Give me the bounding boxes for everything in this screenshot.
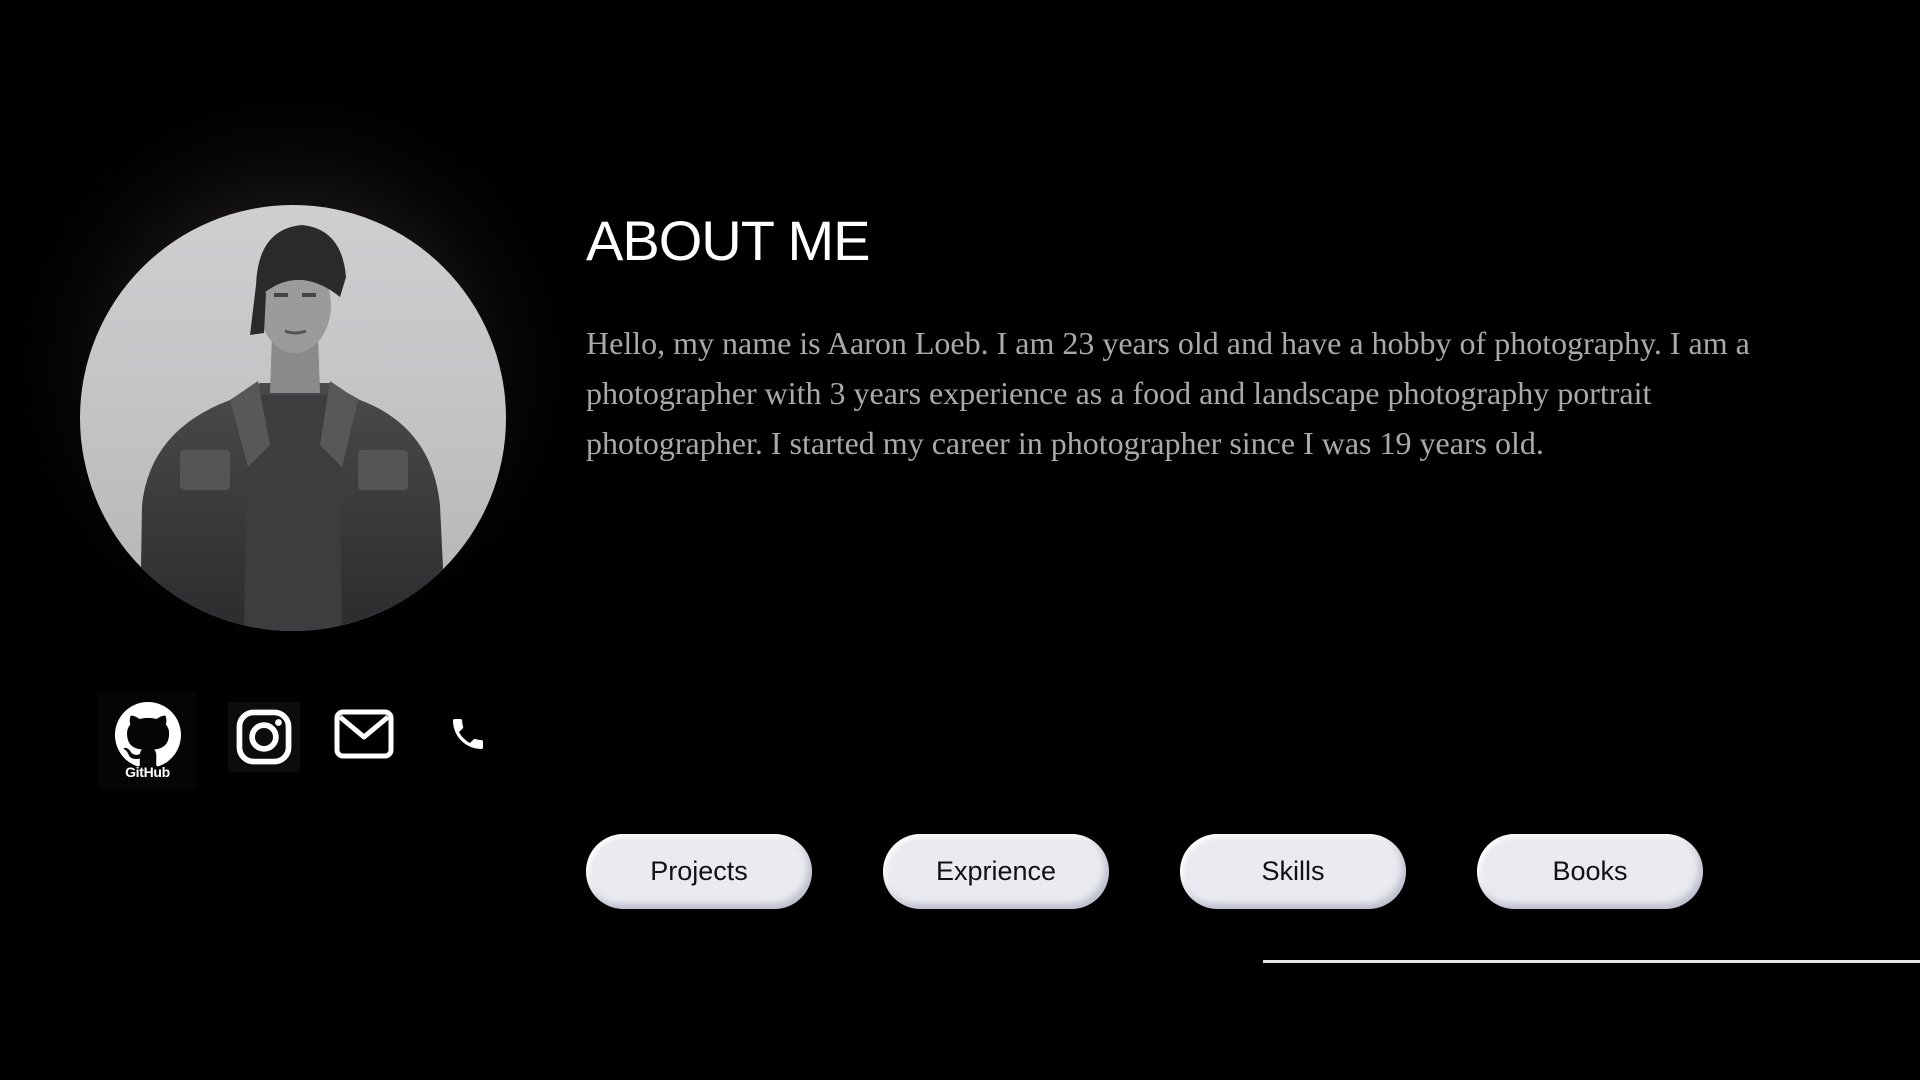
- mail-icon: [334, 709, 394, 759]
- email-link[interactable]: [334, 709, 394, 759]
- profile-photo: [80, 205, 506, 631]
- github-icon: [114, 702, 181, 767]
- social-links: GitHub: [98, 692, 518, 792]
- books-button[interactable]: Books: [1477, 834, 1703, 909]
- page-title: ABOUT ME: [586, 209, 870, 272]
- phone-icon: [453, 719, 483, 749]
- person-photo-illustration: [140, 225, 446, 631]
- skills-button[interactable]: Skills: [1180, 834, 1406, 909]
- phone-link[interactable]: [446, 712, 490, 756]
- bio-text: Hello, my name is Aaron Loeb. I am 23 ye…: [586, 325, 1750, 461]
- github-link[interactable]: GitHub: [98, 692, 197, 790]
- instagram-link[interactable]: [228, 702, 300, 772]
- instagram-icon: [236, 709, 292, 765]
- projects-button[interactable]: Projects: [586, 834, 812, 909]
- divider-line: [1263, 960, 1920, 963]
- github-label: GitHub: [125, 764, 170, 780]
- experience-button[interactable]: Exprience: [883, 834, 1109, 909]
